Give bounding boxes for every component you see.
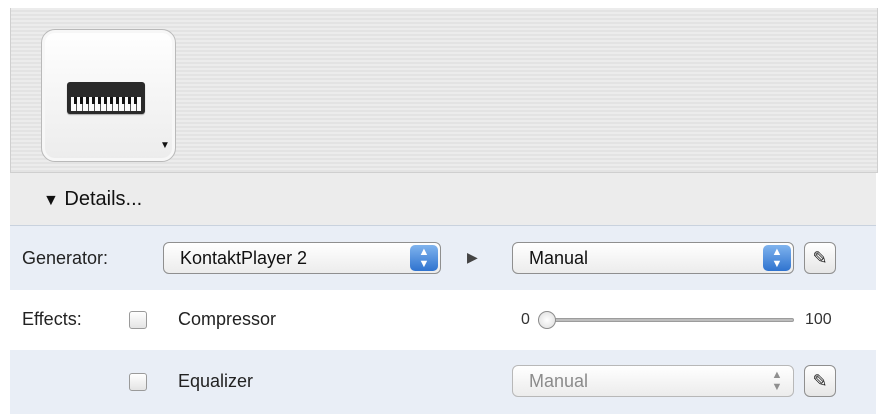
instrument-selector-button[interactable]: ▼ [41,29,176,162]
pencil-icon: ✎ [812,371,828,391]
generator-mode-value: Manual [529,248,589,268]
equalizer-checkbox[interactable] [129,373,147,391]
dropdown-arrow-icon: ▼ [160,140,170,151]
compressor-label: Compressor [178,309,277,329]
generator-edit-button[interactable]: ✎ [804,242,836,274]
compressor-row: Effects: Compressor 0 100 [10,290,876,350]
up-down-arrows-icon: ▲ ▼ [771,369,783,393]
triangle-down-icon: ▼ [43,192,59,209]
compressor-slider-knob[interactable] [538,311,556,329]
details-title: Details... [64,188,143,210]
up-down-arrows-icon: ▲ ▼ [763,245,791,271]
details-disclosure[interactable]: ▼ Details... [43,188,142,211]
play-arrow-icon[interactable]: ▶ [467,249,478,266]
up-down-arrows-icon: ▲ ▼ [410,245,438,271]
equalizer-mode-value: Manual [529,371,589,391]
equalizer-mode-popup[interactable]: Manual ▲ ▼ [512,365,794,397]
generator-mode-popup[interactable]: Manual ▲ ▼ [512,242,794,274]
compressor-checkbox[interactable] [129,311,147,329]
instrument-panel: ▼ [10,8,878,173]
generator-selected-value: KontaktPlayer 2 [180,248,308,268]
slider-max-label: 100 [805,311,832,328]
effects-label: Effects: [22,309,82,329]
generator-popup[interactable]: KontaktPlayer 2 ▲ ▼ [163,242,441,274]
piano-keyboard-icon [67,82,145,114]
generator-label: Generator: [22,248,109,268]
equalizer-edit-button[interactable]: ✎ [804,365,836,397]
equalizer-row: Equalizer Manual ▲ ▼ ✎ [10,350,876,414]
slider-min-label: 0 [521,311,530,328]
piano-black-keys [74,97,138,104]
compressor-slider-track[interactable] [538,318,794,322]
generator-row: Generator: KontaktPlayer 2 ▲ ▼ ▶ Manual ▲… [10,225,876,290]
equalizer-label: Equalizer [178,371,254,391]
pencil-icon: ✎ [812,248,828,268]
